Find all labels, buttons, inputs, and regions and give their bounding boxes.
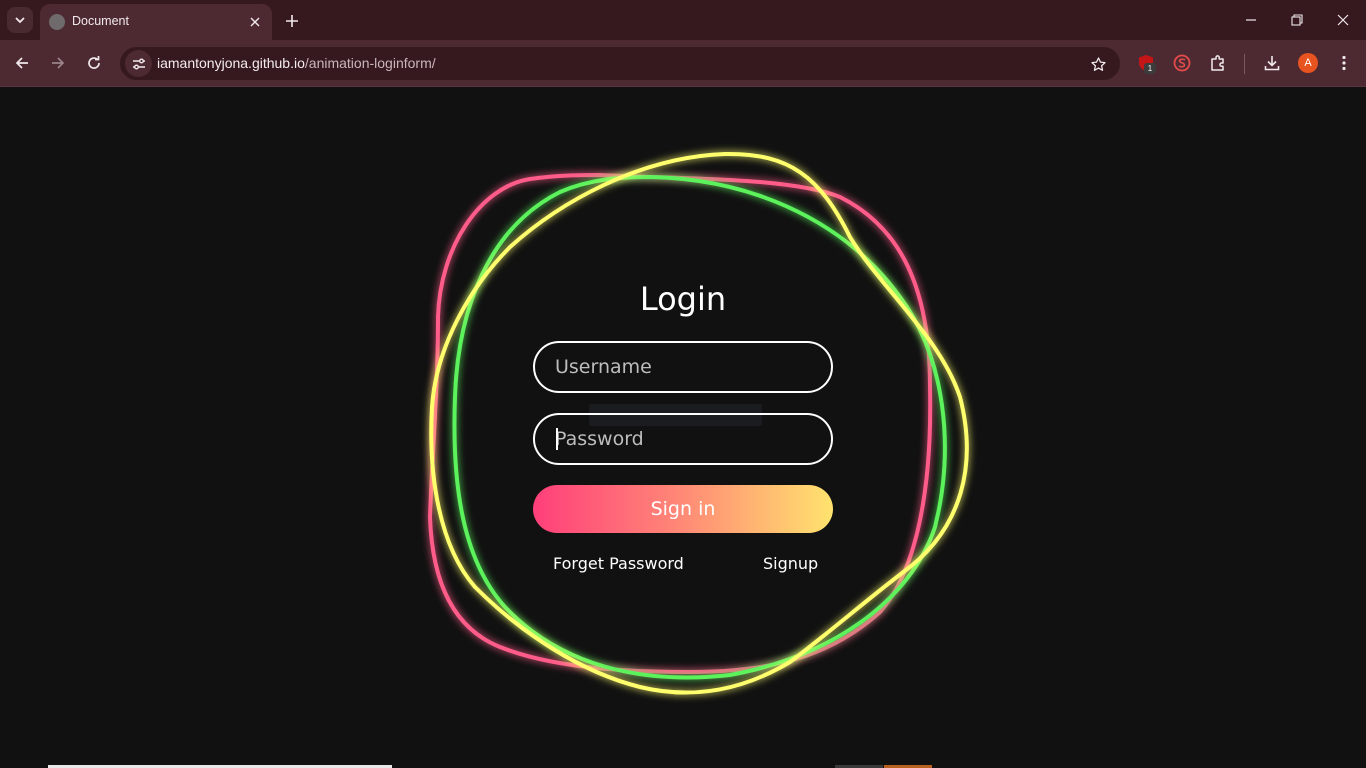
- back-button[interactable]: [8, 49, 36, 77]
- text-caret: [556, 428, 558, 450]
- restore-button[interactable]: [1274, 0, 1320, 40]
- address-bar[interactable]: iamantonyjona.github.io/animation-loginf…: [120, 47, 1120, 80]
- browser-menu-button[interactable]: [1332, 51, 1356, 75]
- site-info-button[interactable]: [125, 50, 152, 77]
- new-tab-button[interactable]: [280, 9, 304, 33]
- minimize-icon: [1246, 19, 1256, 21]
- arrow-left-icon: [15, 57, 28, 69]
- toolbar-divider: [1244, 54, 1245, 74]
- star-icon: [1090, 56, 1106, 71]
- bookmark-star-button[interactable]: [1088, 54, 1108, 74]
- minimize-button[interactable]: [1228, 0, 1274, 40]
- close-icon: [250, 17, 260, 27]
- puzzle-icon: [1211, 55, 1224, 71]
- arrow-right-icon: [52, 57, 65, 69]
- close-icon: [1337, 14, 1349, 26]
- url-path: /animation-loginform/: [304, 55, 436, 71]
- tab-search-button[interactable]: [7, 7, 33, 33]
- profile-avatar[interactable]: A: [1298, 53, 1318, 73]
- sign-in-button[interactable]: Sign in: [533, 485, 833, 533]
- extensions-menu-button[interactable]: [1206, 51, 1230, 75]
- tune-icon: [132, 58, 145, 69]
- ublock-extension-button[interactable]: 1: [1134, 51, 1158, 75]
- tab-close-button[interactable]: [246, 13, 264, 31]
- plus-icon: [286, 15, 298, 27]
- reload-button[interactable]: [80, 49, 108, 77]
- page-content: Login Sign in Forget Password Signup: [0, 87, 1366, 768]
- password-field[interactable]: [533, 413, 833, 465]
- window-close-button[interactable]: [1320, 0, 1366, 40]
- browser-toolbar: iamantonyjona.github.io/animation-loginf…: [0, 40, 1366, 87]
- browser-tab-strip: Document: [0, 0, 1366, 40]
- login-title: Login: [639, 280, 727, 318]
- username-input[interactable]: [535, 343, 831, 391]
- ublock-badge: 1: [1144, 63, 1156, 74]
- s-shield-icon: [1173, 54, 1191, 72]
- s-extension-button[interactable]: [1170, 51, 1194, 75]
- browser-tab[interactable]: Document: [40, 4, 272, 40]
- reload-icon: [88, 56, 100, 69]
- chevron-down-icon: [15, 17, 25, 24]
- signup-link[interactable]: Signup: [763, 554, 818, 573]
- restore-icon: [1291, 14, 1303, 26]
- download-icon: [1264, 56, 1280, 71]
- forget-password-link[interactable]: Forget Password: [553, 554, 684, 573]
- more-vert-icon: [1342, 55, 1346, 71]
- password-input[interactable]: [535, 415, 831, 463]
- url-host: iamantonyjona.github.io: [157, 55, 305, 71]
- tab-title: Document: [72, 14, 129, 28]
- username-field[interactable]: [533, 341, 833, 393]
- url-text: iamantonyjona.github.io/animation-loginf…: [157, 55, 436, 71]
- forward-button[interactable]: [44, 49, 72, 77]
- globe-icon: [49, 14, 65, 30]
- downloads-button[interactable]: [1260, 51, 1284, 75]
